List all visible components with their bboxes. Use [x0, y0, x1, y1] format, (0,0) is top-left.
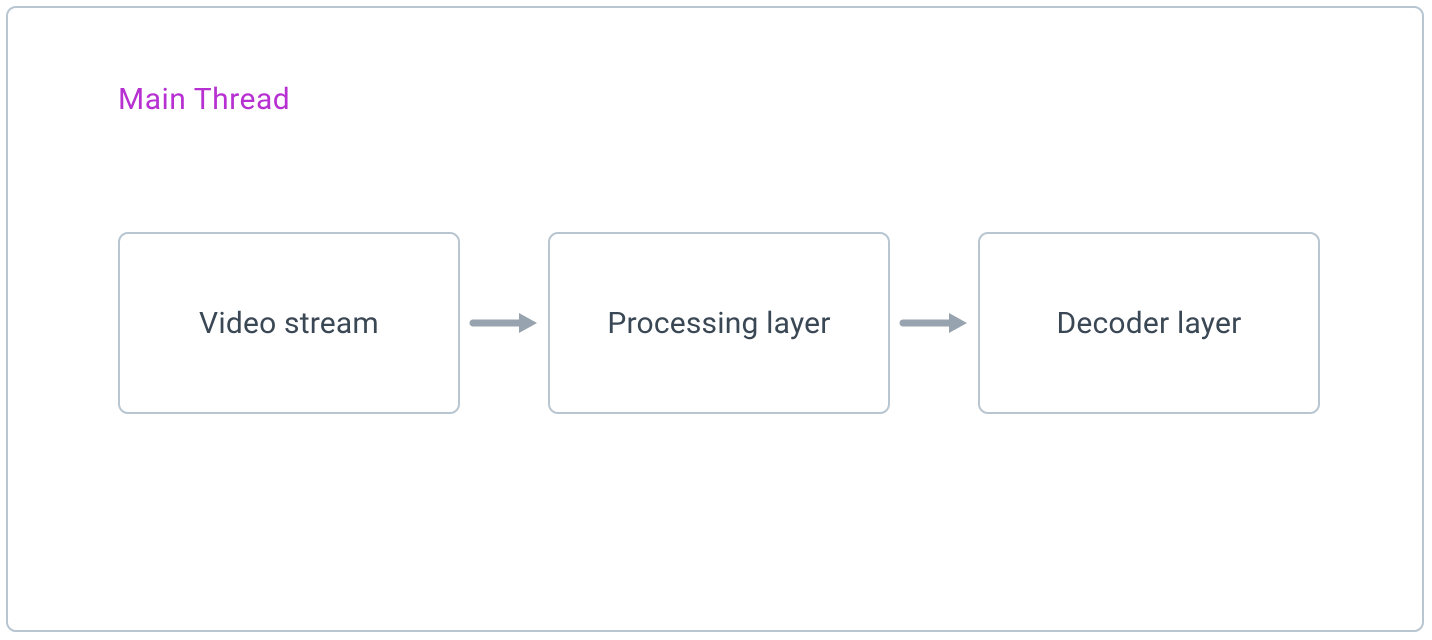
node-label: Processing layer — [607, 306, 830, 341]
node-processing-layer: Processing layer — [548, 232, 890, 414]
arrow-icon — [460, 311, 548, 335]
node-decoder-layer: Decoder layer — [978, 232, 1320, 414]
node-label: Video stream — [199, 306, 379, 341]
node-video-stream: Video stream — [118, 232, 460, 414]
diagram-title: Main Thread — [118, 82, 290, 117]
arrow-icon — [890, 311, 978, 335]
flow-row: Video stream Processing layer Decoder la… — [118, 232, 1320, 414]
node-label: Decoder layer — [1057, 306, 1242, 341]
main-thread-container: Main Thread Video stream Processing laye… — [6, 6, 1424, 632]
